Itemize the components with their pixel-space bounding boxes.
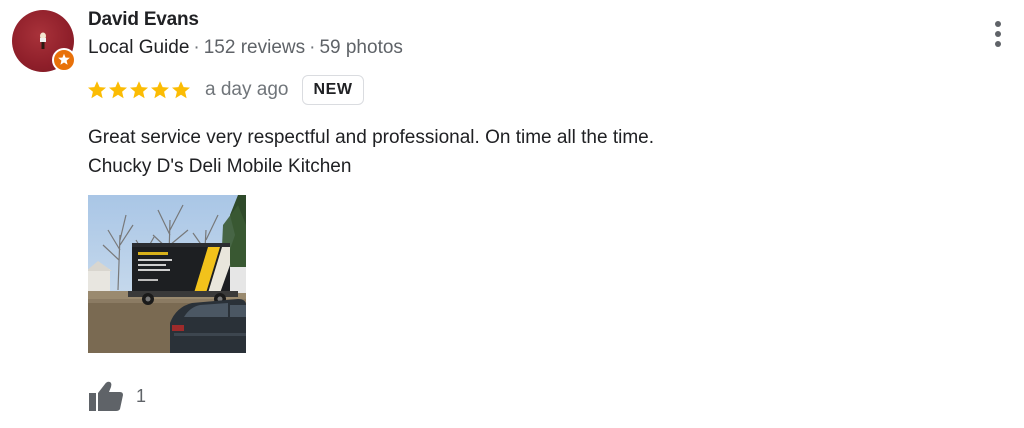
like-row: 1 [88, 378, 146, 414]
more-vert-icon-dot [995, 41, 1001, 47]
local-guide-star-icon [52, 48, 76, 72]
review-photo[interactable] [88, 195, 246, 353]
review-date: a day ago [205, 79, 289, 100]
more-options-button[interactable] [984, 14, 1012, 54]
star-icon [88, 81, 106, 99]
thumbs-up-icon[interactable] [88, 380, 124, 412]
review-text: Great service very respectful and profes… [88, 123, 654, 181]
like-count: 1 [136, 385, 147, 406]
review-text-line: Chucky D's Deli Mobile Kitchen [88, 156, 352, 177]
star-icon [130, 81, 148, 99]
more-vert-icon [995, 21, 1001, 27]
star-icon [151, 81, 169, 99]
star-rating [87, 80, 191, 100]
local-guide-label: Local Guide [88, 37, 190, 58]
meta-separator: · [309, 37, 316, 58]
rating-row: a day ago NEW [87, 74, 364, 106]
author-meta: Local Guide · 152 reviews · 59 photos [88, 37, 403, 59]
star-icon [172, 81, 190, 99]
photo-count: 59 photos [319, 37, 403, 58]
author-avatar[interactable] [12, 10, 76, 72]
review-count: 152 reviews [203, 37, 306, 58]
star-icon [109, 81, 127, 99]
author-name[interactable]: David Evans [88, 9, 199, 31]
review-card: David Evans Local Guide · 152 reviews · 59 p… [0, 0, 1024, 428]
meta-separator: · [193, 37, 200, 58]
more-vert-icon-dot [995, 31, 1001, 37]
review-text-line: Great service very respectful and profes… [88, 127, 655, 148]
new-badge: NEW [302, 75, 364, 105]
box-truck-photo [88, 195, 246, 353]
